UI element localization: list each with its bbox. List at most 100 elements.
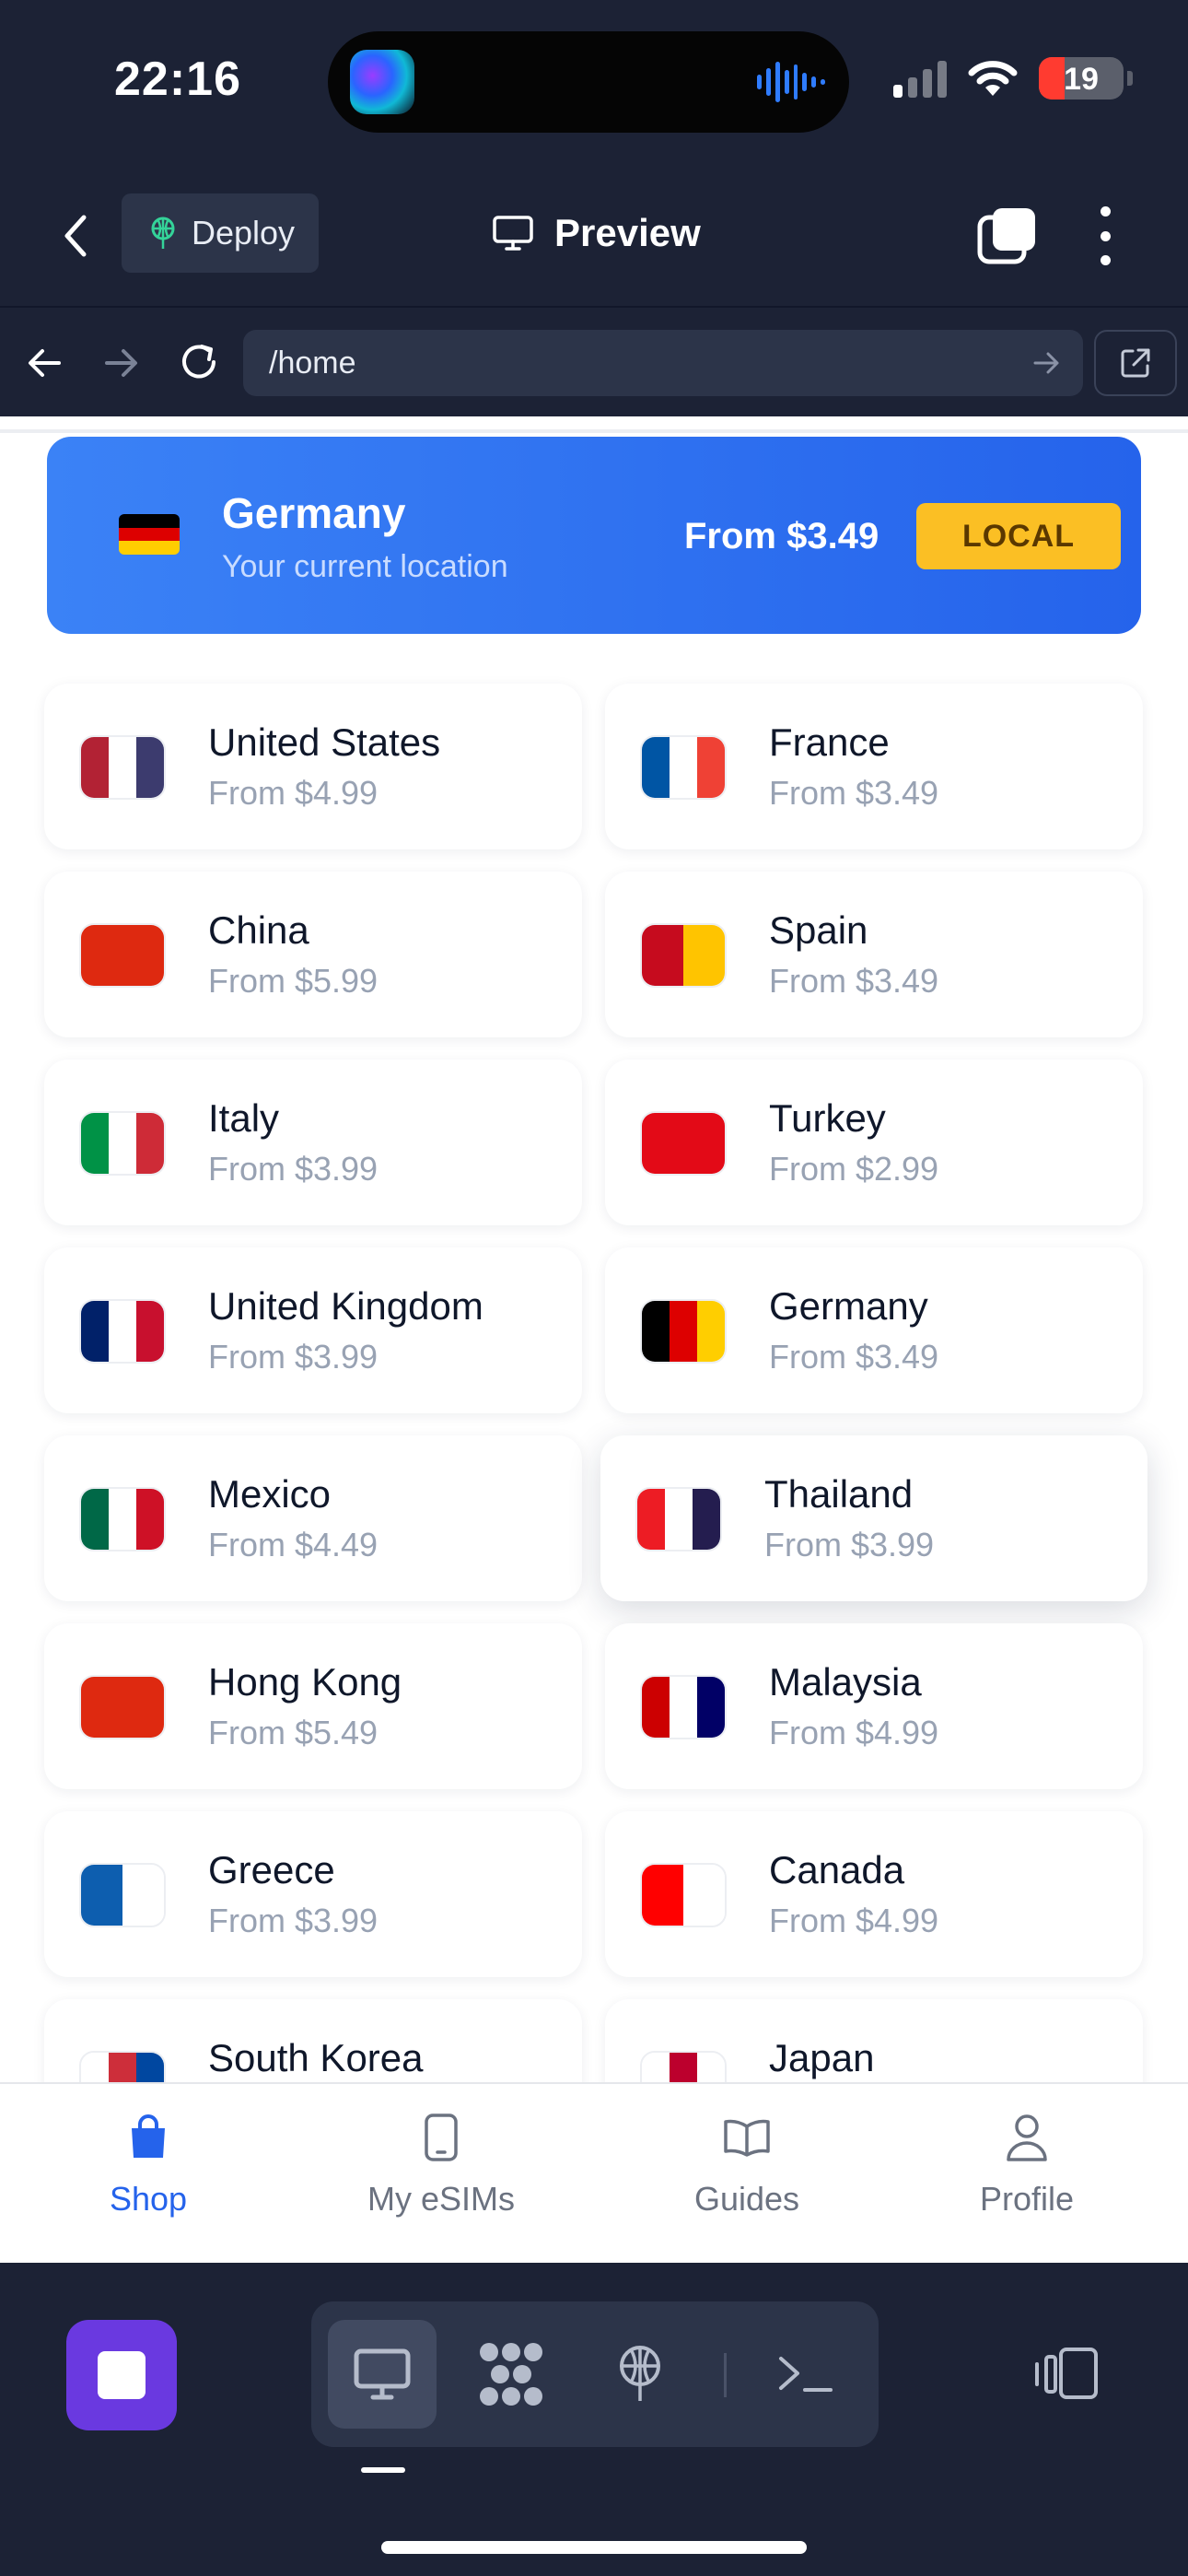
preview-title[interactable]: Preview: [492, 203, 701, 263]
country-flag-icon: [640, 1675, 727, 1739]
country-price: From $3.49: [769, 962, 939, 1000]
external-link-icon: [1121, 348, 1150, 378]
preview-label: Preview: [554, 211, 701, 254]
country-price: From $5.49: [208, 1714, 379, 1751]
nodes-grid-icon: [480, 2343, 542, 2406]
flag-stripe: [697, 737, 725, 798]
country-card[interactable]: Greece From $3.99: [44, 1811, 582, 1977]
browser-forward-button[interactable]: [94, 335, 149, 391]
deployments-view-button[interactable]: [586, 2320, 694, 2429]
workflows-view-button[interactable]: [457, 2320, 565, 2429]
country-flag-icon: [640, 923, 727, 988]
country-flag-icon: [640, 1299, 727, 1364]
country-price: From $2.99: [769, 1150, 939, 1188]
country-price: From $3.99: [208, 1902, 379, 1939]
tab-my-esims-label: My eSIMs: [367, 2180, 515, 2218]
flag-stripe: [642, 2053, 670, 2082]
country-name: Italy: [208, 1096, 280, 1140]
country-card[interactable]: United States From $4.99: [44, 684, 582, 849]
open-external-button[interactable]: [1094, 330, 1177, 396]
preview-view-button[interactable]: [328, 2320, 437, 2429]
ide-bottom-bar: [0, 2263, 1188, 2576]
tab-profile-label: Profile: [979, 2180, 1075, 2218]
country-card[interactable]: Spain From $3.49: [605, 872, 1143, 1037]
country-name: Germany: [769, 1284, 928, 1328]
country-price: From $4.49: [208, 1526, 379, 1563]
germany-flag-icon: [119, 514, 180, 555]
deploy-button[interactable]: Deploy: [122, 193, 319, 273]
status-indicators: 19: [893, 57, 1133, 100]
country-price: From $3.49: [769, 774, 939, 812]
country-card[interactable]: United Kingdom From $3.99: [44, 1247, 582, 1413]
country-card[interactable]: Mexico From $4.49: [44, 1435, 582, 1601]
url-text: /home: [269, 345, 356, 381]
stop-button[interactable]: [66, 2320, 177, 2430]
country-card[interactable]: Turkey From $2.99: [605, 1060, 1143, 1225]
stop-icon: [98, 2351, 146, 2399]
flag-stripe: [642, 1677, 670, 1738]
tab-guides[interactable]: Guides: [627, 2112, 867, 2241]
country-card[interactable]: Thailand From $3.99: [600, 1435, 1147, 1601]
flag-stripe: [81, 1113, 109, 1174]
country-name: China: [208, 908, 309, 952]
country-card[interactable]: Germany From $3.49: [605, 1247, 1143, 1413]
flag-stripe: [642, 925, 683, 986]
cellular-signal-icon: [893, 59, 947, 98]
chevron-left-icon: [64, 215, 87, 257]
flag-stripe: [665, 1489, 693, 1550]
country-card[interactable]: Italy From $3.99: [44, 1060, 582, 1225]
active-view-indicator: [361, 2467, 405, 2473]
country-flag-icon: [640, 1111, 727, 1176]
flag-stripe: [683, 925, 725, 986]
flag-stripe: [109, 2053, 136, 2082]
tab-shop[interactable]: Shop: [29, 2112, 268, 2241]
country-flag-icon: [79, 1111, 166, 1176]
more-menu-icon[interactable]: [1087, 206, 1124, 265]
flag-stripe: [642, 1865, 683, 1926]
country-name: Turkey: [769, 1096, 886, 1140]
country-flag-icon: [79, 735, 166, 800]
device-toggle-button[interactable]: [1030, 2336, 1103, 2410]
country-name: France: [769, 720, 890, 764]
country-card[interactable]: South Korea: [44, 1999, 582, 2082]
country-card[interactable]: Hong Kong From $5.49: [44, 1623, 582, 1789]
url-input[interactable]: /home: [243, 330, 1083, 396]
tab-my-esims[interactable]: My eSIMs: [321, 2112, 561, 2241]
tabs-switcher-icon[interactable]: [976, 205, 1039, 267]
tab-profile[interactable]: Profile: [907, 2112, 1147, 2241]
flag-stripe: [122, 1865, 164, 1926]
tab-guides-label: Guides: [693, 2180, 800, 2218]
bottom-tab-bar: Shop My eSIMs Guides Profile: [0, 2082, 1188, 2263]
flag-stripe: [136, 1489, 164, 1550]
go-arrow-icon[interactable]: [1031, 345, 1063, 381]
flag-stripe: [683, 1865, 725, 1926]
browser-bar: /home: [0, 306, 1188, 416]
back-button[interactable]: [48, 208, 103, 263]
country-card[interactable]: Japan: [605, 1999, 1143, 2082]
country-name: United States: [208, 720, 441, 764]
country-flag-icon: [640, 735, 727, 800]
flag-stripe: [81, 1865, 122, 1926]
country-name: Hong Kong: [208, 1660, 402, 1704]
reload-button[interactable]: [171, 335, 227, 391]
country-card[interactable]: Canada From $4.99: [605, 1811, 1143, 1977]
shell-view-button[interactable]: [751, 2320, 860, 2429]
country-name: Greece: [208, 1848, 335, 1891]
book-icon: [724, 2119, 770, 2157]
country-card[interactable]: China From $5.99: [44, 872, 582, 1037]
country-flag-icon: [79, 1863, 166, 1927]
wifi-icon: [968, 61, 1018, 96]
country-card[interactable]: Malaysia From $4.99: [605, 1623, 1143, 1789]
country-flag-icon: [79, 1299, 166, 1364]
deploy-globe-icon: [620, 2346, 660, 2401]
flag-stripe: [637, 1489, 665, 1550]
flag-stripe: [81, 1677, 164, 1738]
dynamic-island: [328, 31, 849, 133]
country-price: From $4.99: [208, 774, 379, 812]
current-location-card[interactable]: Germany Your current location From $3.49…: [47, 437, 1141, 634]
current-country-price: From $3.49: [684, 516, 879, 556]
monitor-icon: [493, 216, 533, 251]
flag-stripe: [697, 2053, 725, 2082]
country-card[interactable]: France From $3.49: [605, 684, 1143, 849]
browser-back-button[interactable]: [17, 335, 72, 391]
